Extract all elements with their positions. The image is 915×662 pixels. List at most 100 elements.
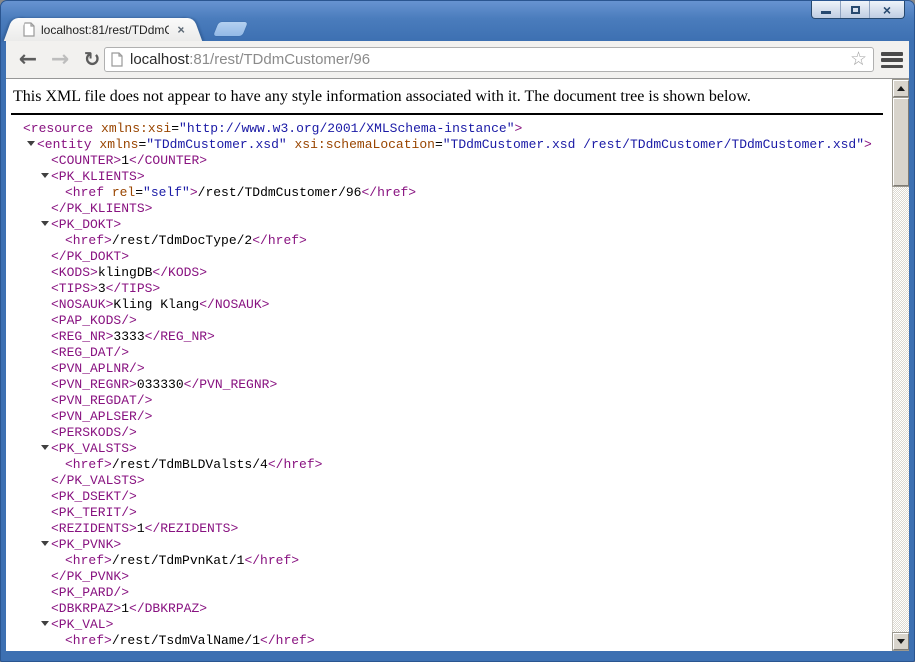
scroll-up-arrow-icon <box>897 86 905 91</box>
title-bar[interactable]: × localhost:81/rest/TDdmCusto × <box>1 1 914 41</box>
xml-token-e: = <box>135 185 144 200</box>
bookmark-star-icon[interactable]: ☆ <box>850 50 867 69</box>
xml-token-t: /rest/TdmDocType/2 <box>111 233 253 248</box>
address-bar[interactable]: localhost:81/rest/TDdmCustomer/96 ☆ <box>104 47 874 72</box>
forward-button[interactable]: → <box>46 45 74 73</box>
maximize-icon <box>850 5 860 14</box>
xml-token-g: > <box>864 137 872 152</box>
xml-token-t: klingDB <box>97 265 153 280</box>
browser-tab[interactable]: localhost:81/rest/TDdmCusto × <box>15 18 191 41</box>
xml-token-g: <href> <box>65 457 112 472</box>
scroll-up-button[interactable] <box>893 80 909 97</box>
xml-token-g: <PK_VAL> <box>51 617 114 632</box>
scroll-down-arrow-icon <box>897 639 905 644</box>
xml-line: <PK_VALSTS> <box>23 441 909 457</box>
xml-token-t: 3 <box>97 281 106 296</box>
xml-line: <href>/rest/TsdmValName/1</href> <box>23 633 909 649</box>
menu-button[interactable] <box>881 52 903 68</box>
close-button[interactable]: × <box>870 1 904 18</box>
minimize-icon <box>821 11 831 14</box>
xml-line: <PK_TERIT/> <box>23 505 909 521</box>
window-controls: × <box>811 1 905 19</box>
maximize-button[interactable] <box>841 1 870 18</box>
xml-token-t: 1 <box>121 601 130 616</box>
xml-token-g: <PK_KLIENTS> <box>51 169 145 184</box>
xml-token-g: <REG_DAT/> <box>51 345 130 360</box>
xml-token-g: <PK_DSEKT/> <box>51 489 137 504</box>
xml-token-g: <PVN_REGNR> <box>51 377 137 392</box>
xml-token-t: 033330 <box>136 377 184 392</box>
xml-token-g: </PK_DOKT> <box>51 249 130 264</box>
xml-token-t: /rest/TdmPvnKat/1 <box>111 553 245 568</box>
message-divider <box>11 113 883 115</box>
xml-token-g: <href> <box>65 233 112 248</box>
tab-close-icon[interactable]: × <box>177 23 185 36</box>
xml-token-g: <resource <box>23 121 102 136</box>
xml-line: <DBKRPAZ>1</DBKRPAZ> <box>23 601 909 617</box>
xml-line: <PK_PARD/> <box>23 585 909 601</box>
xml-token-t: /rest/TDdmCustomer/96 <box>197 185 362 200</box>
collapse-arrow-icon[interactable] <box>41 621 49 626</box>
xml-token-g: </TIPS> <box>105 281 161 296</box>
xml-token-a: xmlns:xsi <box>101 121 172 136</box>
collapse-arrow-icon[interactable] <box>41 173 49 178</box>
xml-line: <PK_DOKT> <box>23 217 909 233</box>
xml-line: <REZIDENTS>1</REZIDENTS> <box>23 521 909 537</box>
xml-token-t: 1 <box>121 153 130 168</box>
xml-tree: <resource xmlns:xsi="http://www.w3.org/2… <box>6 121 909 649</box>
xml-token-t: Kling Klang <box>113 297 200 312</box>
xml-token-g: </PVN_REGNR> <box>183 377 278 392</box>
xml-line: </PK_VALSTS> <box>23 473 909 489</box>
xml-line: <PERSKODS/> <box>23 425 909 441</box>
xml-token-g: <PK_DOKT> <box>51 217 122 232</box>
xml-token-g: </href> <box>361 185 417 200</box>
xml-token-t: 1 <box>136 521 145 536</box>
collapse-arrow-icon[interactable] <box>27 141 35 146</box>
xml-token-g: <PVN_REGDAT/> <box>51 393 153 408</box>
collapse-arrow-icon[interactable] <box>41 221 49 226</box>
url-text[interactable]: localhost:81/rest/TDdmCustomer/96 <box>130 51 370 68</box>
xml-token-g: </PK_PVNK> <box>51 569 130 584</box>
back-button[interactable]: ← <box>14 45 42 73</box>
new-tab-button[interactable] <box>213 22 248 36</box>
xml-token-g: </href> <box>252 233 307 248</box>
xml-line: <PVN_REGDAT/> <box>23 393 909 409</box>
xml-line: <COUNTER>1</COUNTER> <box>23 153 909 169</box>
menu-bar-icon <box>881 52 903 56</box>
scrollbar-thumb[interactable] <box>893 98 909 186</box>
scroll-down-button[interactable] <box>893 633 909 650</box>
xml-line: <NOSAUK>Kling Klang</NOSAUK> <box>23 297 909 313</box>
xml-token-g: <COUNTER> <box>51 153 122 168</box>
minimize-button[interactable] <box>812 1 841 18</box>
xml-token-q: "TDdmCustomer.xsd" <box>146 137 287 152</box>
xml-line: </PK_DOKT> <box>23 249 909 265</box>
collapse-arrow-icon[interactable] <box>41 541 49 546</box>
collapse-arrow-icon[interactable] <box>41 445 49 450</box>
xml-token-g: <href <box>65 185 112 200</box>
vertical-scrollbar[interactable] <box>892 79 909 651</box>
xml-token-g: <PK_VALSTS> <box>51 441 137 456</box>
refresh-button[interactable]: ↻ <box>78 45 106 73</box>
xml-line: <KODS>klingDB</KODS> <box>23 265 909 281</box>
xml-line: <TIPS>3</TIPS> <box>23 281 909 297</box>
xml-token-g: <href> <box>65 553 112 568</box>
